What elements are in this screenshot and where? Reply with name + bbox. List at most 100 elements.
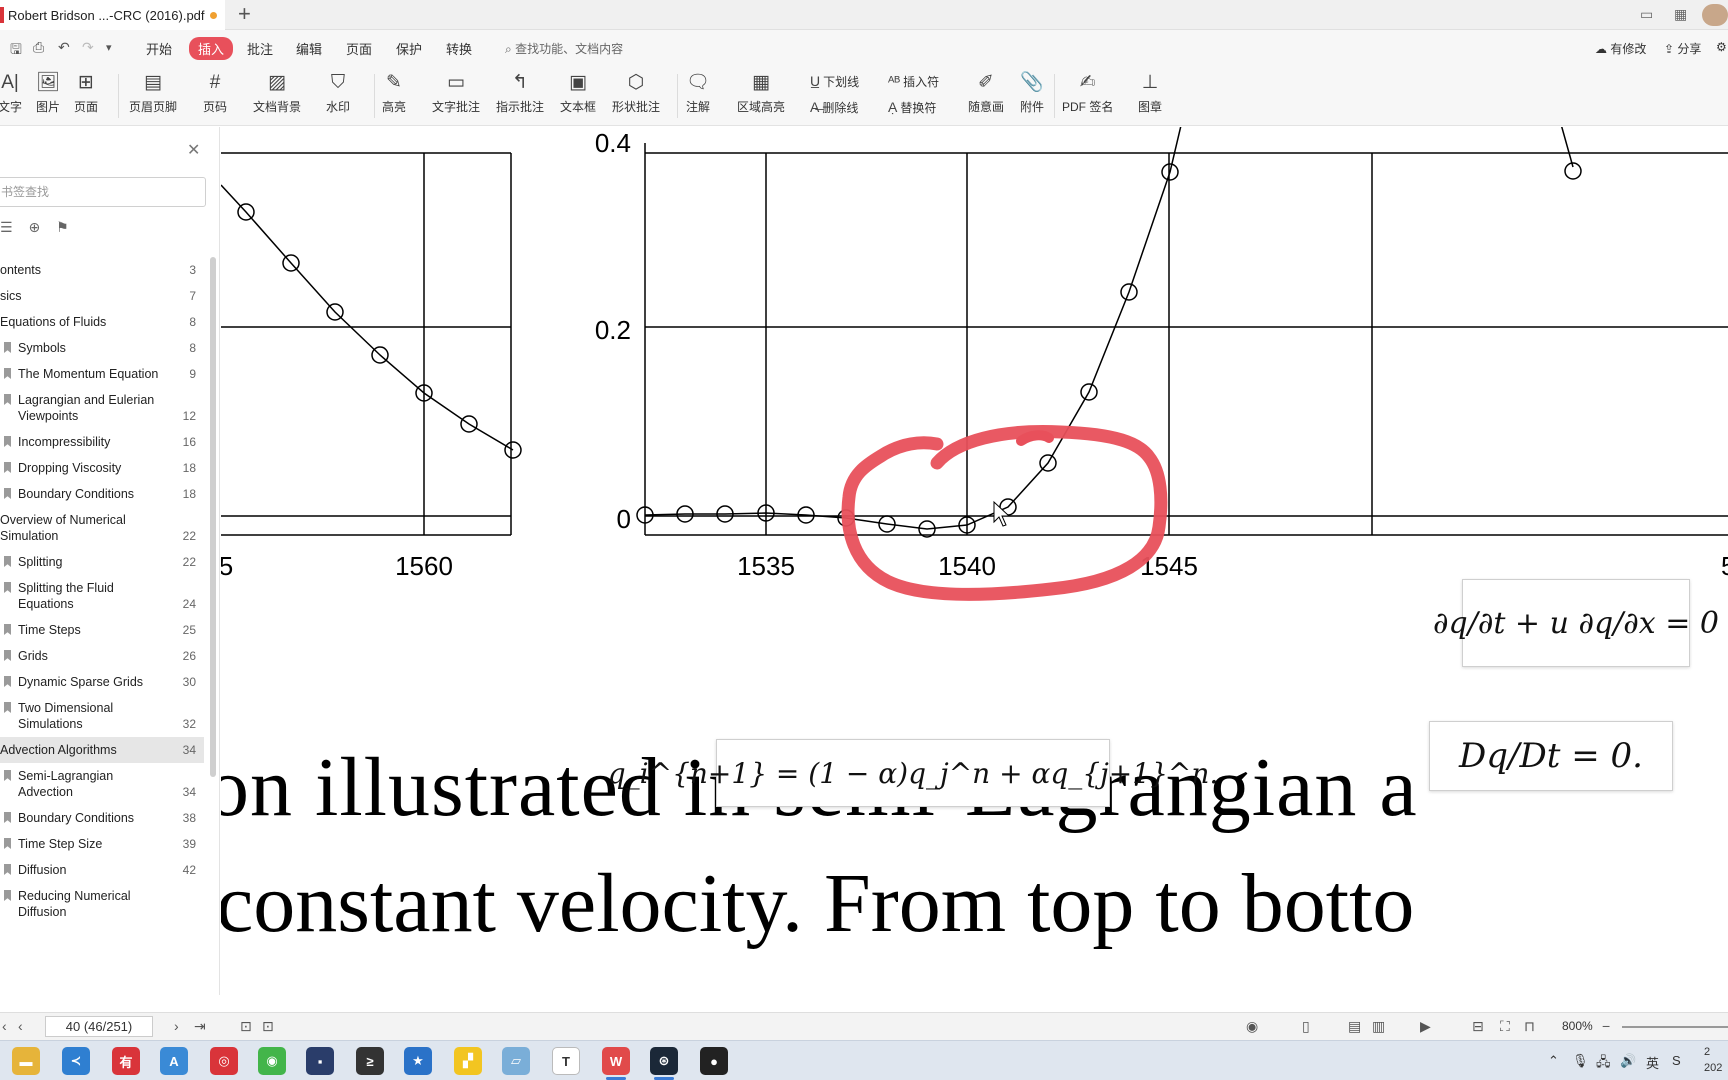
actual-size-icon[interactable]: ⊟ — [1472, 1018, 1484, 1035]
continuous-page-icon[interactable]: ▤ — [1348, 1018, 1361, 1035]
dict-app-icon[interactable]: 有 — [112, 1047, 140, 1075]
page-number-input[interactable]: 40 (46/251) — [45, 1016, 153, 1037]
outline-item[interactable]: Incompressibility 16 — [0, 429, 204, 455]
zoom-slider[interactable] — [1622, 1026, 1728, 1028]
menu-page[interactable]: 页面 — [346, 39, 372, 58]
microphone-icon[interactable]: 🎙 — [1572, 1053, 1589, 1069]
tool-insert-mark[interactable]: ᴬᴮ 插入符 — [888, 72, 939, 90]
settings-icon[interactable]: ⚙ — [1716, 40, 1727, 54]
menu-convert[interactable]: 转换 — [446, 39, 472, 58]
fit-width-icon[interactable]: ⊓ — [1524, 1018, 1535, 1035]
outline-item[interactable]: Splitting 22 — [0, 549, 204, 575]
grid-apps-icon[interactable]: ▦ — [1674, 6, 1687, 23]
quick-access-dropdown-icon[interactable]: ▾ — [106, 41, 112, 54]
outline-item[interactable]: sics 7 — [0, 283, 204, 309]
next-page-icon[interactable]: › — [174, 1018, 179, 1034]
tool-header-footer[interactable]: ▤ 页眉页脚 — [129, 70, 177, 115]
outline-item[interactable]: Reducing Numerical Diffusion — [0, 883, 204, 925]
add-bookmark-icon[interactable]: ⊕ — [28, 219, 40, 235]
netease-music-icon[interactable]: ◎ — [210, 1047, 238, 1075]
close-icon[interactable]: ✕ — [187, 140, 200, 160]
layout-icon[interactable]: ▭ — [1640, 6, 1653, 23]
first-page-icon[interactable]: ‹ — [2, 1018, 7, 1034]
tool-highlight[interactable]: ✎ 高亮 — [382, 70, 406, 115]
tool-shape-comment[interactable]: ⬡ 形状批注 — [612, 70, 660, 115]
dark-app-icon[interactable]: ▪ — [306, 1047, 334, 1075]
outline-item[interactable]: Semi-Lagrangian Advection 34 — [0, 763, 204, 805]
sidebar-scrollbar[interactable] — [210, 257, 216, 777]
tool-background[interactable]: ▨ 文档背景 — [253, 70, 301, 115]
tool-stamp[interactable]: ⊥ 图章 — [1138, 70, 1162, 115]
outline-item[interactable]: Advection Algorithms 34 — [0, 737, 204, 763]
outline-item[interactable]: Lagrangian and Eulerian Viewpoints 12 — [0, 387, 204, 429]
tool-area-highlight[interactable]: ▦ 区域高亮 — [737, 70, 785, 115]
fit-page-icon[interactable]: ⛶ — [1500, 1018, 1510, 1035]
input-method-indicator[interactable]: 英 — [1646, 1053, 1659, 1072]
outline-item[interactable]: Dynamic Sparse Grids 30 — [0, 669, 204, 695]
menu-protect[interactable]: 保护 — [396, 39, 422, 58]
outline-item[interactable]: Time Step Size 39 — [0, 831, 204, 857]
steam-icon[interactable]: ⊛ — [650, 1047, 678, 1080]
eye-protection-icon[interactable]: ◉ — [1246, 1018, 1258, 1035]
tool-page-number[interactable]: # 页码 — [203, 70, 227, 115]
outline-item[interactable]: Boundary Conditions 18 — [0, 481, 204, 507]
outline-item[interactable]: Diffusion 42 — [0, 857, 204, 883]
translator-icon[interactable]: A — [160, 1047, 188, 1075]
terminal-icon[interactable]: ≥ — [356, 1047, 384, 1075]
outline-item[interactable]: Two Dimensional Simulations 32 — [0, 695, 204, 737]
outline-item[interactable]: ontents 3 — [0, 257, 204, 283]
feature-search[interactable]: ⌕ 查找功能、文档内容 — [505, 40, 623, 57]
vscode-icon[interactable]: ≺ — [62, 1047, 90, 1075]
bookmark-icon[interactable]: ⚑ — [56, 219, 69, 235]
outline-item[interactable]: Overview of Numerical Simulation 22 — [0, 507, 204, 549]
file-explorer-icon[interactable]: ▬ — [12, 1047, 40, 1075]
tool-strikethrough[interactable]: A̶ 删除线 — [810, 98, 858, 116]
volume-icon[interactable]: 🔊 — [1620, 1053, 1636, 1069]
wps-pdf-icon[interactable]: W — [602, 1047, 630, 1080]
print-icon[interactable]: ⎙ — [33, 39, 44, 56]
collapse-all-icon[interactable]: ☰ — [0, 219, 13, 235]
notebook-icon[interactable]: ▱ — [502, 1047, 530, 1075]
last-page-icon[interactable]: ⇥ — [194, 1018, 206, 1035]
tool-attachment[interactable]: 📎 附件 — [1020, 70, 1044, 115]
avatar[interactable] — [1702, 4, 1728, 26]
menu-comment[interactable]: 批注 — [247, 39, 273, 58]
outline-item[interactable]: Boundary Conditions 38 — [0, 805, 204, 831]
share-button[interactable]: ⇪ 分享 — [1664, 40, 1701, 57]
tool-text[interactable]: A| 文字 — [0, 70, 22, 115]
tool-freehand[interactable]: ✐ 随意画 — [968, 70, 1004, 115]
tool-watermark[interactable]: ⛉ 水印 — [326, 70, 350, 115]
play-icon[interactable]: ▶ — [1420, 1018, 1431, 1035]
redo-icon[interactable]: ↷ — [82, 39, 94, 56]
menu-edit[interactable]: 编辑 — [296, 39, 322, 58]
undo-icon[interactable]: ↶ — [58, 39, 70, 56]
outline-item[interactable]: Time Steps 25 — [0, 617, 204, 643]
star-app-icon[interactable]: ★ — [404, 1047, 432, 1075]
wechat-icon[interactable]: ◉ — [258, 1047, 286, 1075]
outline-item[interactable]: Grids 26 — [0, 643, 204, 669]
menu-insert[interactable]: 插入 — [189, 37, 234, 60]
zoom-level[interactable]: 800% — [1562, 1019, 1593, 1033]
outline-item[interactable]: Splitting the Fluid Equations 24 — [0, 575, 204, 617]
document-view[interactable]: 515600.40.201535154015455 ∂q/∂t + u ∂q/∂… — [221, 127, 1728, 995]
bookmark-search-input[interactable]: 书签查找 — [0, 177, 206, 207]
tool-pointer-comment[interactable]: ↰ 指示批注 — [496, 70, 544, 115]
tool-text-comment[interactable]: ▭ 文字批注 — [432, 70, 480, 115]
document-tab[interactable]: Robert Bridson ...-CRC (2016).pdf — [0, 0, 225, 30]
outline-item[interactable]: Symbols 8 — [0, 335, 204, 361]
sticky-notes-icon[interactable]: ▞ — [454, 1047, 482, 1075]
tool-textbox[interactable]: ▣ 文本框 — [560, 70, 596, 115]
fit-left-icon[interactable]: ⊡ — [240, 1018, 252, 1035]
typora-icon[interactable]: T — [552, 1047, 580, 1075]
menu-start[interactable]: 开始 — [146, 39, 172, 58]
new-tab-button[interactable]: + — [238, 2, 251, 26]
prev-page-icon[interactable]: ‹ — [18, 1018, 23, 1034]
clock[interactable]: 2 202 — [1704, 1044, 1722, 1076]
tool-image[interactable]: 🖼 图片 — [36, 70, 60, 115]
zoom-out-icon[interactable]: − — [1602, 1018, 1610, 1034]
obs-icon[interactable]: ● — [700, 1047, 728, 1075]
tool-page[interactable]: ⊞ 页面 — [74, 70, 98, 115]
save-icon[interactable]: 🖫 — [10, 39, 22, 63]
fit-right-icon[interactable]: ⊡ — [262, 1018, 274, 1035]
network-icon[interactable]: 🖧 — [1596, 1053, 1611, 1075]
